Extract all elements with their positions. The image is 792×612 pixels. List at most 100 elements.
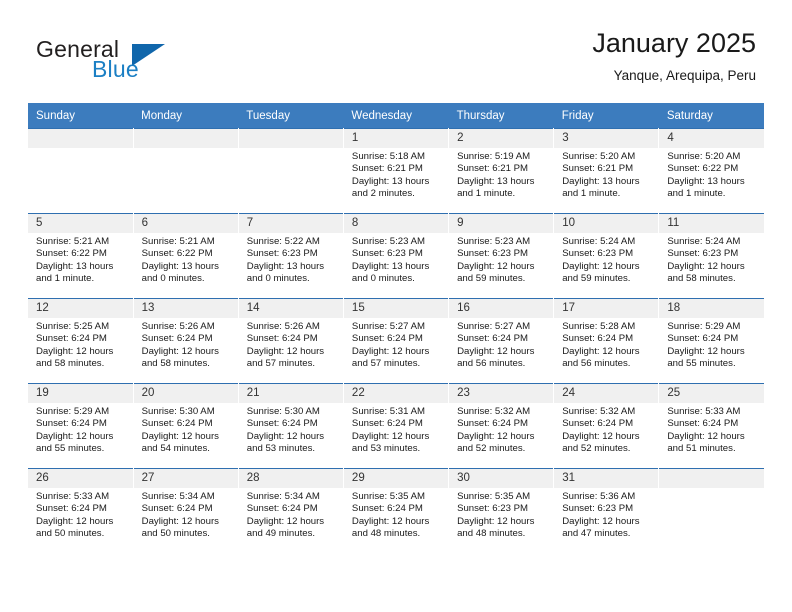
sunset-text: Sunset: 6:21 PM xyxy=(351,163,423,175)
sunset-text: Sunset: 6:24 PM xyxy=(667,418,739,430)
calendar-day-cell[interactable]: 27 Sunrise: 5:34 AM Sunset: 6:24 PM Dayligh… xyxy=(133,468,239,553)
weekday-header-wednesday: Wednesday xyxy=(343,103,449,129)
sunrise-text: Sunrise: 5:31 AM xyxy=(351,406,425,417)
sunset-text: Sunset: 6:24 PM xyxy=(36,333,107,345)
sunrise-text: Sunrise: 5:22 AM xyxy=(246,236,320,247)
day-number: 16 xyxy=(449,299,554,318)
sunset-text: Sunset: 6:24 PM xyxy=(246,503,318,515)
calendar-cell-empty xyxy=(133,128,239,214)
sunset-text: Sunset: 6:23 PM xyxy=(667,248,739,260)
day-number: 7 xyxy=(238,214,343,233)
daylight-text: Daylight: 12 hours and 55 minutes. xyxy=(36,430,114,455)
calendar-day-cell[interactable]: 14 Sunrise: 5:26 AM Sunset: 6:24 PM Dayligh… xyxy=(238,298,344,384)
day-details: Sunrise: 5:20 AM Sunset: 6:21 PM Daylight:… xyxy=(554,148,658,201)
daylight-text: Daylight: 12 hours and 56 minutes. xyxy=(457,345,535,370)
day-details: Sunrise: 5:29 AM Sunset: 6:24 PM Daylight:… xyxy=(28,403,133,456)
brand-name-blue: Blue xyxy=(92,56,139,82)
day-number: 4 xyxy=(659,129,764,148)
calendar-day-cell[interactable]: 9 Sunrise: 5:23 AM Sunset: 6:23 PM Daylight… xyxy=(448,213,555,299)
daylight-text: Daylight: 12 hours and 59 minutes. xyxy=(562,260,640,285)
calendar-day-cell[interactable]: 3 Sunrise: 5:20 AM Sunset: 6:21 PM Daylight… xyxy=(553,128,660,214)
daylight-text: Daylight: 12 hours and 52 minutes. xyxy=(562,430,640,455)
day-number: 5 xyxy=(28,214,133,233)
daylight-text: Daylight: 12 hours and 50 minutes. xyxy=(36,515,114,540)
day-details: Sunrise: 5:30 AM Sunset: 6:24 PM Daylight:… xyxy=(134,403,238,456)
calendar-day-cell[interactable]: 30 Sunrise: 5:35 AM Sunset: 6:23 PM Dayligh… xyxy=(448,468,555,553)
sunset-text: Sunset: 6:22 PM xyxy=(36,248,107,260)
daylight-text: Daylight: 13 hours and 2 minutes. xyxy=(351,175,430,200)
calendar-day-cell[interactable]: 22 Sunrise: 5:31 AM Sunset: 6:24 PM Dayligh… xyxy=(343,383,450,469)
calendar-day-cell[interactable]: 28 Sunrise: 5:34 AM Sunset: 6:24 PM Dayligh… xyxy=(238,468,344,553)
calendar-day-cell[interactable]: 31 Sunrise: 5:36 AM Sunset: 6:23 PM Dayligh… xyxy=(553,468,660,553)
daylight-text: Daylight: 12 hours and 47 minutes. xyxy=(562,515,640,540)
sunrise-text: Sunrise: 5:24 AM xyxy=(562,236,636,247)
sunrise-text: Sunrise: 5:26 AM xyxy=(141,321,215,332)
calendar-day-cell[interactable]: 29 Sunrise: 5:35 AM Sunset: 6:24 PM Dayligh… xyxy=(343,468,450,553)
daylight-text: Daylight: 13 hours and 1 minute. xyxy=(36,260,114,285)
calendar-day-cell[interactable]: 8 Sunrise: 5:23 AM Sunset: 6:23 PM Daylight… xyxy=(343,213,450,299)
sunset-text: Sunset: 6:23 PM xyxy=(457,503,528,515)
calendar-day-cell[interactable]: 5 Sunrise: 5:21 AM Sunset: 6:22 PM Daylight… xyxy=(28,213,134,299)
calendar-day-cell[interactable]: 10 Sunrise: 5:24 AM Sunset: 6:23 PM Dayligh… xyxy=(553,213,660,299)
calendar-day-cell[interactable]: 18 Sunrise: 5:29 AM Sunset: 6:24 PM Dayligh… xyxy=(658,298,764,384)
day-number xyxy=(28,129,133,148)
day-details: Sunrise: 5:21 AM Sunset: 6:22 PM Daylight:… xyxy=(28,233,133,286)
page-title: January 2025 xyxy=(592,28,756,58)
sunrise-text: Sunrise: 5:21 AM xyxy=(36,236,110,247)
day-details: Sunrise: 5:27 AM Sunset: 6:24 PM Daylight:… xyxy=(344,318,448,371)
day-number: 30 xyxy=(449,469,554,488)
calendar-day-cell[interactable]: 25 Sunrise: 5:33 AM Sunset: 6:24 PM Dayligh… xyxy=(658,383,764,469)
day-number: 21 xyxy=(238,384,343,403)
calendar-week-row: 12 Sunrise: 5:25 AM Sunset: 6:24 PM Dayligh… xyxy=(28,298,764,384)
sunset-text: Sunset: 6:24 PM xyxy=(351,333,423,345)
sunrise-text: Sunrise: 5:23 AM xyxy=(457,236,531,247)
calendar-day-cell[interactable]: 26 Sunrise: 5:33 AM Sunset: 6:24 PM Dayligh… xyxy=(28,468,134,553)
daylight-text: Daylight: 12 hours and 58 minutes. xyxy=(36,345,114,370)
calendar-day-cell[interactable]: 2 Sunrise: 5:19 AM Sunset: 6:21 PM Daylight… xyxy=(448,128,555,214)
sunset-text: Sunset: 6:23 PM xyxy=(246,248,318,260)
day-details: Sunrise: 5:18 AM Sunset: 6:21 PM Daylight:… xyxy=(344,148,448,201)
sunrise-text: Sunrise: 5:23 AM xyxy=(351,236,425,247)
day-details: Sunrise: 5:22 AM Sunset: 6:23 PM Daylight:… xyxy=(239,233,343,286)
sunset-text: Sunset: 6:24 PM xyxy=(351,418,423,430)
calendar-body: 1 Sunrise: 5:18 AM Sunset: 6:21 PM Daylight… xyxy=(28,128,764,553)
daylight-text: Daylight: 12 hours and 50 minutes. xyxy=(141,515,219,540)
day-number xyxy=(238,129,343,148)
calendar-day-cell[interactable]: 4 Sunrise: 5:20 AM Sunset: 6:22 PM Daylight… xyxy=(658,128,764,214)
day-details: Sunrise: 5:32 AM Sunset: 6:24 PM Daylight:… xyxy=(449,403,553,456)
calendar-day-cell[interactable]: 21 Sunrise: 5:30 AM Sunset: 6:24 PM Dayligh… xyxy=(238,383,344,469)
brand-logo[interactable]: General Blue xyxy=(36,36,216,88)
calendar-day-cell[interactable]: 23 Sunrise: 5:32 AM Sunset: 6:24 PM Dayligh… xyxy=(448,383,555,469)
calendar-day-cell[interactable]: 19 Sunrise: 5:29 AM Sunset: 6:24 PM Dayligh… xyxy=(28,383,134,469)
calendar-day-cell[interactable]: 13 Sunrise: 5:26 AM Sunset: 6:24 PM Dayligh… xyxy=(133,298,239,384)
sunrise-text: Sunrise: 5:34 AM xyxy=(141,491,215,502)
weekday-header-saturday: Saturday xyxy=(658,103,764,129)
calendar-day-cell[interactable]: 15 Sunrise: 5:27 AM Sunset: 6:24 PM Dayligh… xyxy=(343,298,450,384)
day-number: 23 xyxy=(449,384,554,403)
calendar-day-cell[interactable]: 17 Sunrise: 5:28 AM Sunset: 6:24 PM Dayligh… xyxy=(553,298,660,384)
daylight-text: Daylight: 12 hours and 59 minutes. xyxy=(457,260,535,285)
calendar-day-cell[interactable]: 24 Sunrise: 5:32 AM Sunset: 6:24 PM Dayligh… xyxy=(553,383,660,469)
calendar-day-cell[interactable]: 11 Sunrise: 5:24 AM Sunset: 6:23 PM Dayligh… xyxy=(658,213,764,299)
day-details: Sunrise: 5:24 AM Sunset: 6:23 PM Daylight:… xyxy=(554,233,658,286)
sunrise-text: Sunrise: 5:36 AM xyxy=(562,491,636,502)
title-block: January 2025 Yanque, Arequipa, Peru xyxy=(592,26,756,86)
calendar-day-cell[interactable]: 1 Sunrise: 5:18 AM Sunset: 6:21 PM Daylight… xyxy=(343,128,450,214)
sunset-text: Sunset: 6:22 PM xyxy=(667,163,739,175)
page-subtitle: Yanque, Arequipa, Peru xyxy=(613,68,756,83)
calendar-day-cell[interactable]: 6 Sunrise: 5:21 AM Sunset: 6:22 PM Daylight… xyxy=(133,213,239,299)
calendar-day-cell[interactable]: 12 Sunrise: 5:25 AM Sunset: 6:24 PM Dayligh… xyxy=(28,298,134,384)
calendar-day-cell[interactable]: 7 Sunrise: 5:22 AM Sunset: 6:23 PM Daylight… xyxy=(238,213,344,299)
page-header: General Blue January 2025 Yanque, Arequi… xyxy=(0,0,792,100)
day-details: Sunrise: 5:34 AM Sunset: 6:24 PM Daylight:… xyxy=(239,488,343,541)
sunset-text: Sunset: 6:24 PM xyxy=(246,418,318,430)
calendar-day-cell[interactable]: 16 Sunrise: 5:27 AM Sunset: 6:24 PM Dayligh… xyxy=(448,298,555,384)
day-details: Sunrise: 5:34 AM Sunset: 6:24 PM Daylight:… xyxy=(134,488,238,541)
sunset-text: Sunset: 6:24 PM xyxy=(141,503,213,515)
day-number: 28 xyxy=(238,469,343,488)
sunset-text: Sunset: 6:21 PM xyxy=(457,163,528,175)
day-number: 11 xyxy=(659,214,764,233)
sunset-text: Sunset: 6:24 PM xyxy=(36,503,107,515)
calendar-day-cell[interactable]: 20 Sunrise: 5:30 AM Sunset: 6:24 PM Dayligh… xyxy=(133,383,239,469)
day-details: Sunrise: 5:27 AM Sunset: 6:24 PM Daylight:… xyxy=(449,318,553,371)
